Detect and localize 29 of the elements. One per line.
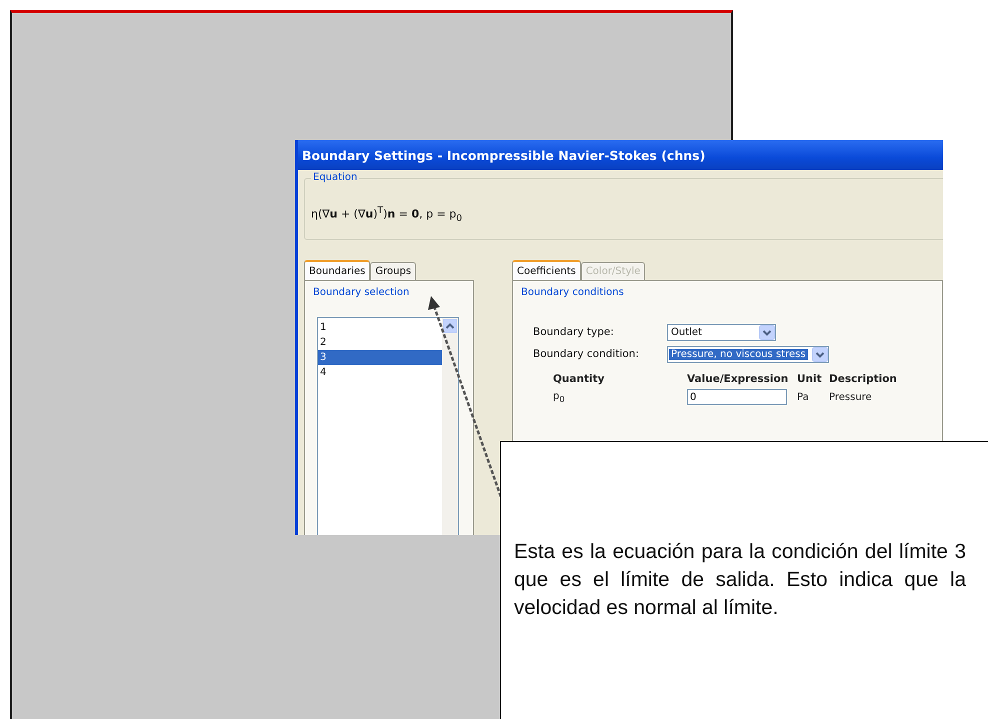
input-field[interactable]: 0: [687, 389, 787, 405]
group-label: Boundary conditions: [519, 287, 626, 298]
scrollbar[interactable]: [442, 318, 458, 535]
table-cell-text: Pressure: [829, 392, 873, 402]
table-cell-text: p$_{0}$: [553, 390, 566, 404]
dropdown[interactable]: Pressure, no viscous stress: [667, 346, 829, 362]
table-cell-text: Pa: [797, 392, 810, 402]
equation: η(∇u + (∇u)$^{T}$)n = 0, p = p$_{0}$: [311, 205, 464, 224]
window-title: Boundary Settings - Incompressible Navier-Stokes (chns): [302, 148, 706, 162]
field-label: Boundary type:: [533, 326, 615, 338]
tab[interactable]: Coefficients: [512, 260, 581, 280]
column-header: Value/Expression: [687, 373, 790, 385]
column-header: Quantity: [553, 373, 606, 385]
caret-icon: [759, 324, 775, 340]
tab[interactable]: Boundaries: [304, 260, 370, 280]
dropdown[interactable]: Outlet: [667, 324, 776, 340]
column-header: Unit: [797, 373, 823, 385]
caret-icon: [812, 346, 828, 362]
list-item[interactable]: 1: [318, 320, 442, 335]
callout-text: Esta es la ecuación para la condición del límite 3 que es el límite de salida. Esto indica que la velocidad es normal al límite.: [514, 539, 966, 621]
list-item[interactable]: 4: [318, 365, 442, 380]
scroll-up-icon[interactable]: [443, 319, 457, 333]
group-label: Boundary selection: [311, 287, 412, 298]
field-label: Boundary condition:: [533, 348, 640, 360]
list-item[interactable]: 2: [318, 335, 442, 350]
list-item[interactable]: 3: [318, 350, 442, 365]
group-label: Equation: [311, 172, 360, 183]
tab[interactable]: Groups: [370, 262, 416, 280]
column-header: Description: [829, 373, 898, 385]
